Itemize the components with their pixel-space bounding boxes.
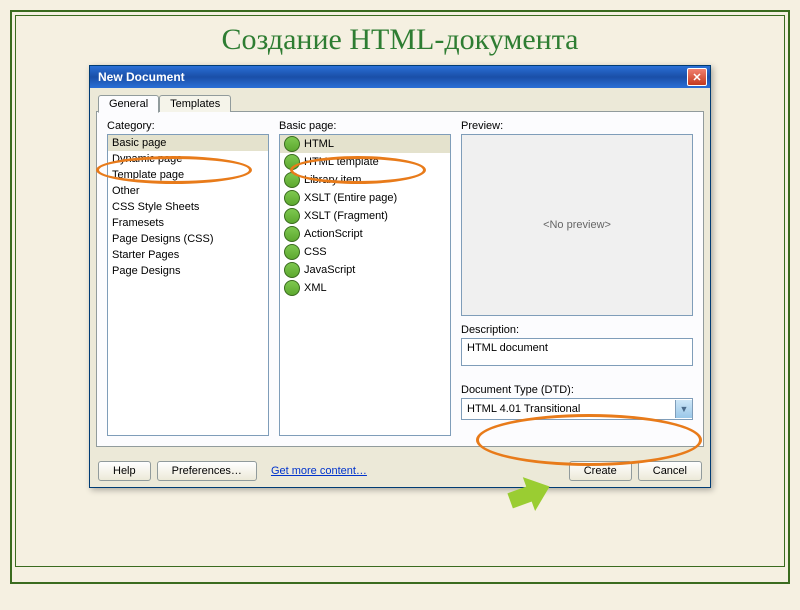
list-item[interactable]: JavaScript [280, 261, 450, 279]
list-item[interactable]: HTML [280, 135, 450, 153]
cancel-button[interactable]: Cancel [638, 461, 702, 481]
page-title: Создание HTML-документа [36, 23, 764, 57]
dtd-select[interactable]: HTML 4.01 Transitional ▼ [461, 398, 693, 420]
chevron-down-icon: ▼ [675, 400, 692, 418]
list-item[interactable]: Page Designs (CSS) [108, 231, 268, 247]
description-label: Description: [461, 324, 693, 336]
list-item[interactable]: Other [108, 183, 268, 199]
document-icon [284, 154, 300, 170]
list-item[interactable]: XSLT (Fragment) [280, 207, 450, 225]
close-button[interactable]: ✕ [687, 68, 707, 86]
list-item[interactable]: Template page [108, 167, 268, 183]
close-icon: ✕ [692, 71, 701, 84]
document-icon [284, 226, 300, 242]
dtd-label: Document Type (DTD): [461, 384, 693, 396]
preview-placeholder: <No preview> [543, 219, 611, 231]
document-icon [284, 262, 300, 278]
list-item[interactable]: Basic page [108, 135, 268, 151]
category-label: Category: [107, 120, 269, 132]
document-icon [284, 136, 300, 152]
document-icon [284, 280, 300, 296]
list-item[interactable]: XSLT (Entire page) [280, 189, 450, 207]
help-button[interactable]: Help [98, 461, 151, 481]
list-item[interactable]: CSS [280, 243, 450, 261]
preview-label: Preview: [461, 120, 693, 132]
document-icon [284, 244, 300, 260]
list-item[interactable]: Framesets [108, 215, 268, 231]
basic-page-label: Basic page: [279, 120, 451, 132]
new-document-dialog: New Document ✕ General Templates Categor… [89, 65, 711, 488]
list-item[interactable]: CSS Style Sheets [108, 199, 268, 215]
more-content-link[interactable]: Get more content… [271, 465, 367, 477]
preferences-button[interactable]: Preferences… [157, 461, 257, 481]
dialog-button-row: Help Preferences… Get more content… Crea… [90, 453, 710, 487]
list-item[interactable]: ActionScript [280, 225, 450, 243]
list-item[interactable]: Page Designs [108, 263, 268, 279]
description-value: HTML document [461, 338, 693, 366]
category-listbox[interactable]: Basic page Dynamic page Template page Ot… [107, 134, 269, 436]
tab-general[interactable]: General [98, 95, 159, 113]
list-item[interactable]: XML [280, 279, 450, 297]
tab-templates[interactable]: Templates [159, 95, 231, 112]
list-item[interactable]: Dynamic page [108, 151, 268, 167]
create-button[interactable]: Create [569, 461, 632, 481]
list-item[interactable]: HTML template [280, 153, 450, 171]
preview-area: <No preview> [461, 134, 693, 316]
dialog-title: New Document [98, 70, 185, 84]
basic-page-listbox[interactable]: HTML HTML template Library item XSLT (En… [279, 134, 451, 436]
list-item[interactable]: Library item [280, 171, 450, 189]
document-icon [284, 190, 300, 206]
list-item[interactable]: Starter Pages [108, 247, 268, 263]
document-icon [284, 208, 300, 224]
dialog-titlebar: New Document ✕ [90, 66, 710, 88]
document-icon [284, 172, 300, 188]
dtd-value: HTML 4.01 Transitional [467, 403, 580, 415]
tab-strip: General Templates [98, 95, 704, 112]
